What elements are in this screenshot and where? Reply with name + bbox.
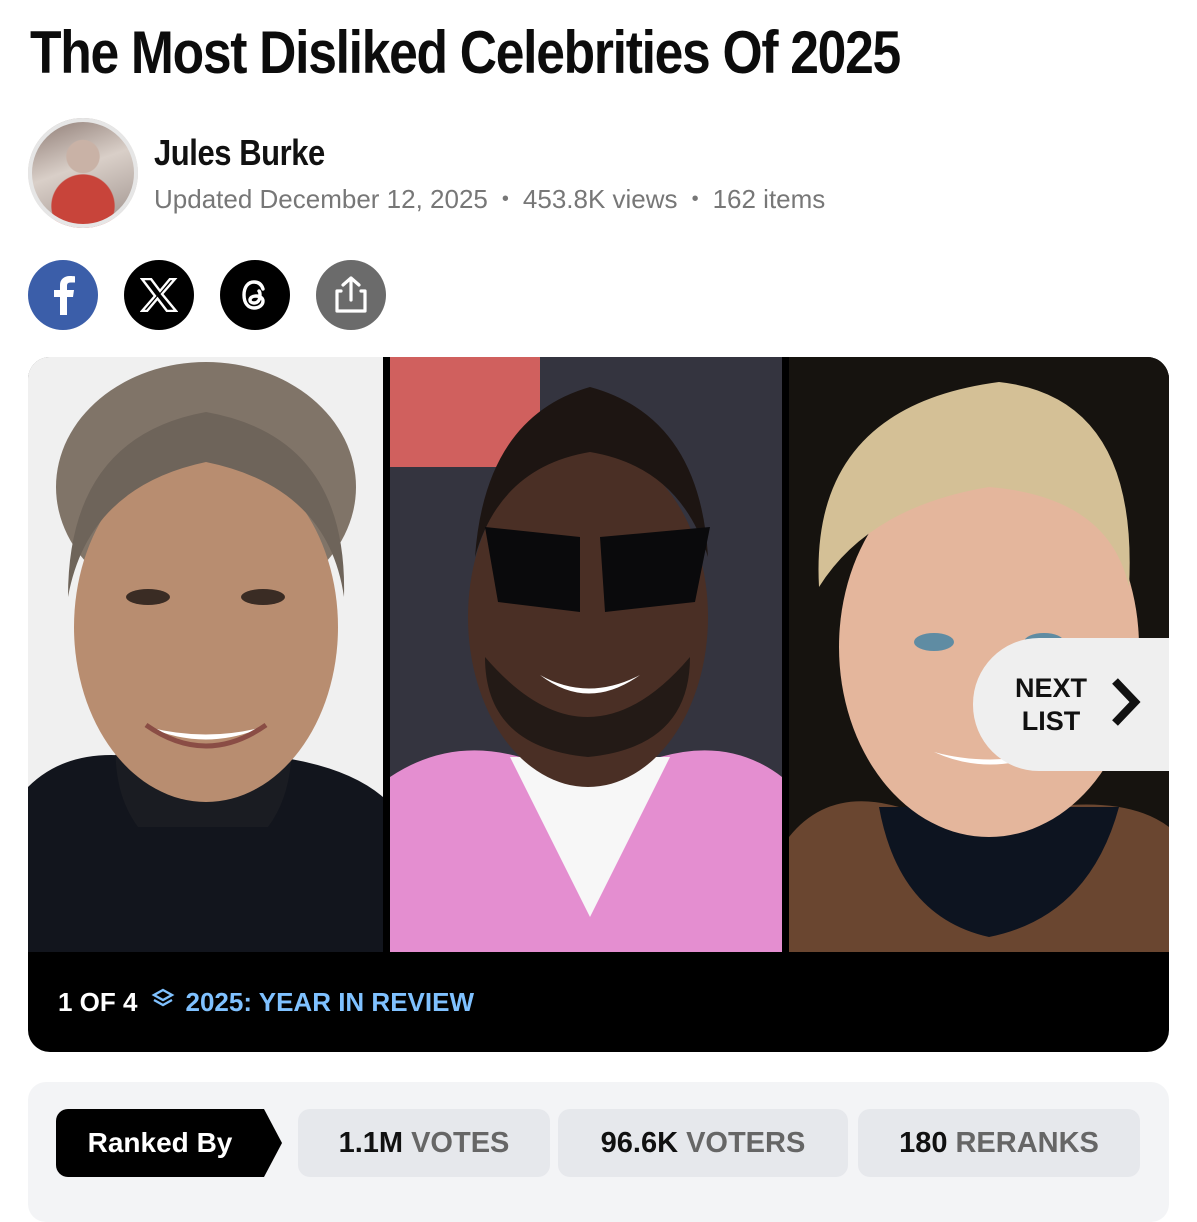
- updated-date: Updated December 12, 2025: [154, 184, 488, 214]
- celebrity-photo-2: [390, 357, 782, 952]
- share-button[interactable]: [316, 260, 386, 330]
- votes-count: 1.1M: [338, 1126, 404, 1159]
- item-count: 162 items: [712, 184, 826, 214]
- votes-unit: VOTES: [411, 1126, 510, 1159]
- next-list-button[interactable]: NEXT LIST: [973, 638, 1169, 771]
- page-title: The Most Disliked Celebrities Of 2025: [30, 19, 901, 86]
- gallery-caption: 1 OF 4 2025: YEAR IN REVIEW: [58, 987, 474, 1018]
- facebook-share-button[interactable]: [28, 260, 98, 330]
- gallery-position: 1 OF 4: [58, 987, 138, 1017]
- facebook-icon: [54, 276, 75, 315]
- author-name[interactable]: Jules Burke: [154, 132, 325, 174]
- share-icon: [335, 276, 367, 313]
- celebrity-photo-1: [28, 357, 383, 952]
- ranked-by-label: Ranked By: [56, 1109, 264, 1177]
- list-hero-gallery[interactable]: 1 OF 4 2025: YEAR IN REVIEW NEXT LIST: [28, 357, 1169, 1052]
- layers-icon: [151, 987, 175, 1018]
- share-bar: [28, 260, 386, 330]
- chevron-right-icon: [1107, 676, 1141, 733]
- threads-icon: [242, 280, 265, 310]
- voters-stat: 96.6K VOTERS: [558, 1109, 848, 1177]
- x-share-button[interactable]: [124, 260, 194, 330]
- series-link[interactable]: 2025: YEAR IN REVIEW: [185, 987, 474, 1018]
- reranks-count: 180: [899, 1126, 948, 1159]
- reranks-stat: 180 RERANKS: [858, 1109, 1140, 1177]
- view-count: 453.8K views: [522, 184, 678, 214]
- voters-count: 96.6K: [600, 1126, 679, 1159]
- x-icon: [140, 278, 178, 312]
- ranking-stats: Ranked By 1.1M VOTES 96.6K VOTERS 180 RE…: [28, 1082, 1169, 1222]
- author-avatar[interactable]: [28, 118, 138, 228]
- reranks-unit: RERANKS: [955, 1126, 1099, 1159]
- ranked-by-arrow: [264, 1109, 282, 1177]
- next-list-label: NEXT LIST: [1015, 672, 1088, 736]
- votes-stat: 1.1M VOTES: [298, 1109, 550, 1177]
- separator-dot: •: [501, 188, 509, 210]
- separator-dot: •: [691, 188, 699, 210]
- voters-unit: VOTERS: [686, 1126, 806, 1159]
- article-meta: Updated December 12, 2025 • 453.8K views • 1…: [154, 184, 825, 215]
- threads-share-button[interactable]: [220, 260, 290, 330]
